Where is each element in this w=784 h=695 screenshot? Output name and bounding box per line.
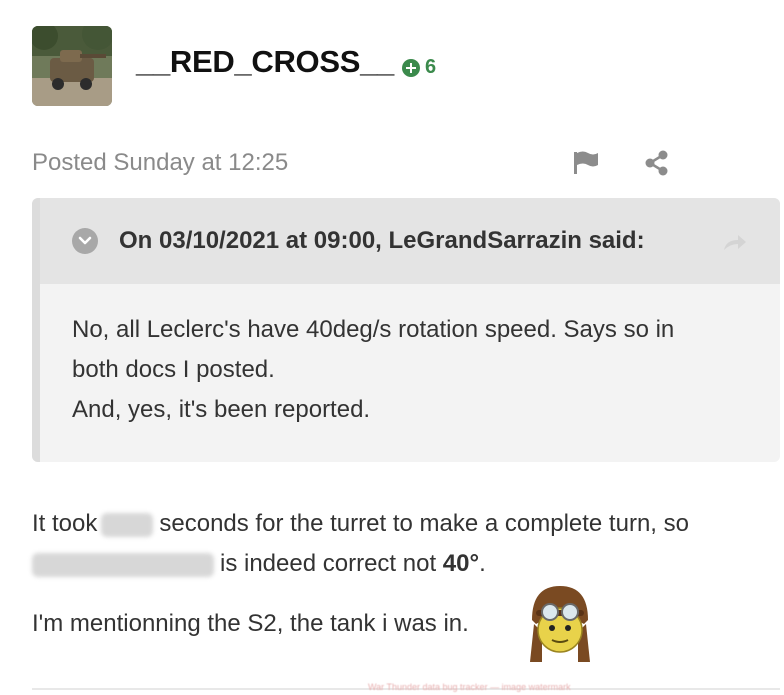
avatar[interactable] — [32, 26, 112, 106]
post-line: is indeed correct not 40°. — [32, 546, 486, 582]
posted-timestamp[interactable]: Posted Sunday at 12:25 — [32, 149, 288, 177]
reputation-count: 6 — [425, 56, 437, 78]
share-arrow-icon[interactable] — [722, 232, 748, 252]
tank-avatar-image — [32, 26, 112, 106]
quote-line: And, yes, it's been reported. — [72, 396, 371, 423]
post-text: It took — [32, 510, 98, 537]
pilot-smiley-emoji — [524, 580, 596, 670]
quote-citation[interactable]: On 03/10/2021 at 09:00, LeGrandSarrazin … — [119, 227, 645, 255]
quote-line: No, all Leclerc's have 40deg/s rotation … — [72, 316, 675, 343]
username[interactable]: __RED_CROSS__ — [136, 44, 394, 80]
post-line: I'm mentionning the S2, the tank i was i… — [32, 610, 469, 637]
flag-icon[interactable] — [572, 150, 600, 174]
post-text: . — [479, 550, 486, 577]
redacted-value — [101, 512, 154, 537]
quote-line: both docs I posted. — [72, 356, 275, 383]
quote-body: No, all Leclerc's have 40deg/s rotation … — [72, 310, 762, 430]
plus-icon — [402, 58, 420, 77]
quote-accent-bar — [32, 198, 40, 462]
reputation-badge: 6 — [402, 56, 436, 79]
quote-block: On 03/10/2021 at 09:00, LeGrandSarrazin … — [32, 198, 780, 462]
chevron-down-icon[interactable] — [72, 228, 98, 254]
post-line: It took seconds for the turret to make a … — [32, 506, 689, 542]
post-text: seconds for the turret to make a complet… — [159, 510, 689, 537]
redacted-value — [32, 552, 214, 577]
post-bold-text: 40° — [442, 550, 480, 577]
post-text: is indeed correct not — [220, 550, 437, 577]
watermark: War Thunder data bug tracker — image wat… — [368, 682, 571, 692]
share-icon[interactable] — [644, 150, 670, 176]
